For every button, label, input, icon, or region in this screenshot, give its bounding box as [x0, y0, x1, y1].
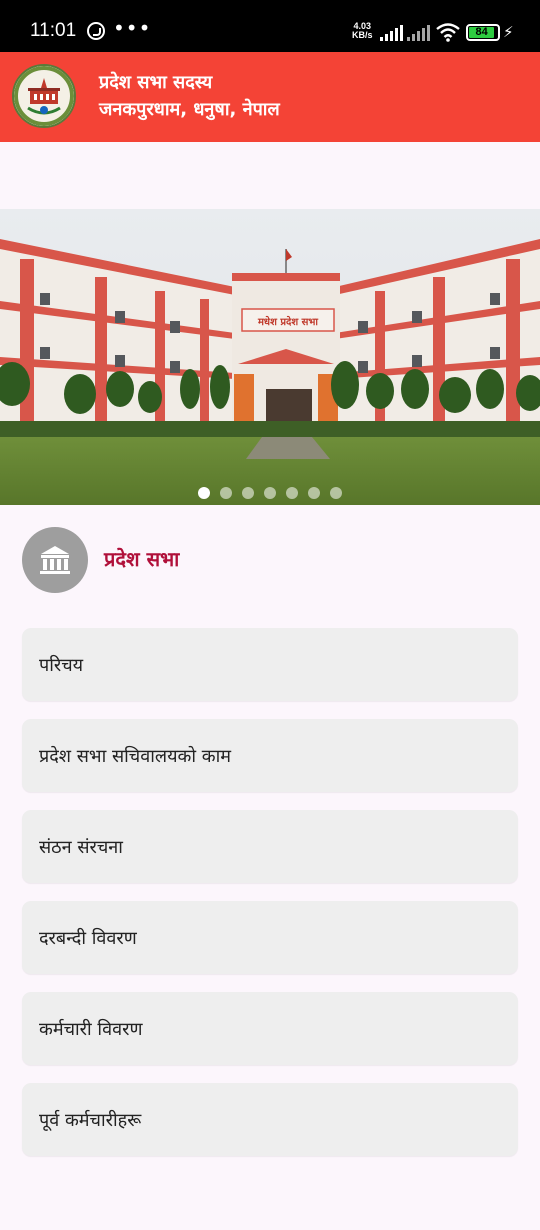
wifi-icon	[436, 23, 460, 42]
section-title: प्रदेश सभा	[104, 547, 180, 571]
carousel-dot[interactable]	[198, 487, 210, 499]
status-time: 11:01	[30, 20, 77, 41]
menu-item-staff-details[interactable]: कर्मचारी विवरण	[22, 992, 518, 1065]
carousel-dot[interactable]	[330, 487, 342, 499]
menu-item-label: पूर्व कर्मचारीहरू	[39, 1109, 142, 1131]
institution-icon	[22, 527, 88, 593]
menu-item-former-staff[interactable]: पूर्व कर्मचारीहरू	[22, 1083, 518, 1156]
carousel-dot[interactable]	[220, 487, 232, 499]
app-title: प्रदेश सभा सदस्य	[99, 72, 213, 93]
battery-icon: 84	[466, 24, 500, 41]
network-speed: 4.03 KB/s	[352, 21, 373, 40]
menu-list: परिचय प्रदेश सभा सचिवालयको काम संठन संरच…	[22, 628, 518, 1174]
image-carousel[interactable]: मधेश प्रदेश सभा	[0, 209, 540, 505]
more-dots-icon: •••	[113, 16, 152, 40]
carousel-dot[interactable]	[242, 487, 254, 499]
menu-item-secretariat-work[interactable]: प्रदेश सभा सचिवालयको काम	[22, 719, 518, 792]
building-sign: मधेश प्रदेश सभा	[257, 315, 318, 328]
carousel-dot[interactable]	[308, 487, 320, 499]
menu-item-label: कर्मचारी विवरण	[39, 1018, 143, 1040]
menu-item-label: प्रदेश सभा सचिवालयको काम	[39, 745, 231, 767]
signal-icon	[380, 25, 404, 41]
charging-icon: ⚡	[503, 23, 514, 41]
menu-item-introduction[interactable]: परिचय	[22, 628, 518, 701]
whatsapp-icon	[87, 22, 105, 40]
menu-item-label: परिचय	[39, 654, 84, 676]
status-bar: 11:01 ••• 4.03 KB/s 84 ⚡	[0, 0, 540, 52]
assembly-logo	[12, 64, 76, 128]
carousel-indicator	[0, 484, 540, 499]
menu-item-organization-structure[interactable]: संठन संरचना	[22, 810, 518, 883]
signal-no-data-icon	[407, 25, 431, 41]
carousel-dot[interactable]	[286, 487, 298, 499]
app-bar: प्रदेश सभा सदस्य जनकपुरधाम, धनुषा, नेपाल	[0, 52, 540, 142]
menu-item-post-details[interactable]: दरबन्दी विवरण	[22, 901, 518, 974]
menu-item-label: संठन संरचना	[39, 836, 123, 858]
assembly-building-photo: मधेश प्रदेश सभा	[0, 209, 540, 505]
carousel-dot[interactable]	[264, 487, 276, 499]
app-subtitle: जनकपुरधाम, धनुषा, नेपाल	[99, 99, 280, 120]
menu-item-label: दरबन्दी विवरण	[39, 927, 137, 949]
battery-level: 84	[469, 27, 495, 38]
